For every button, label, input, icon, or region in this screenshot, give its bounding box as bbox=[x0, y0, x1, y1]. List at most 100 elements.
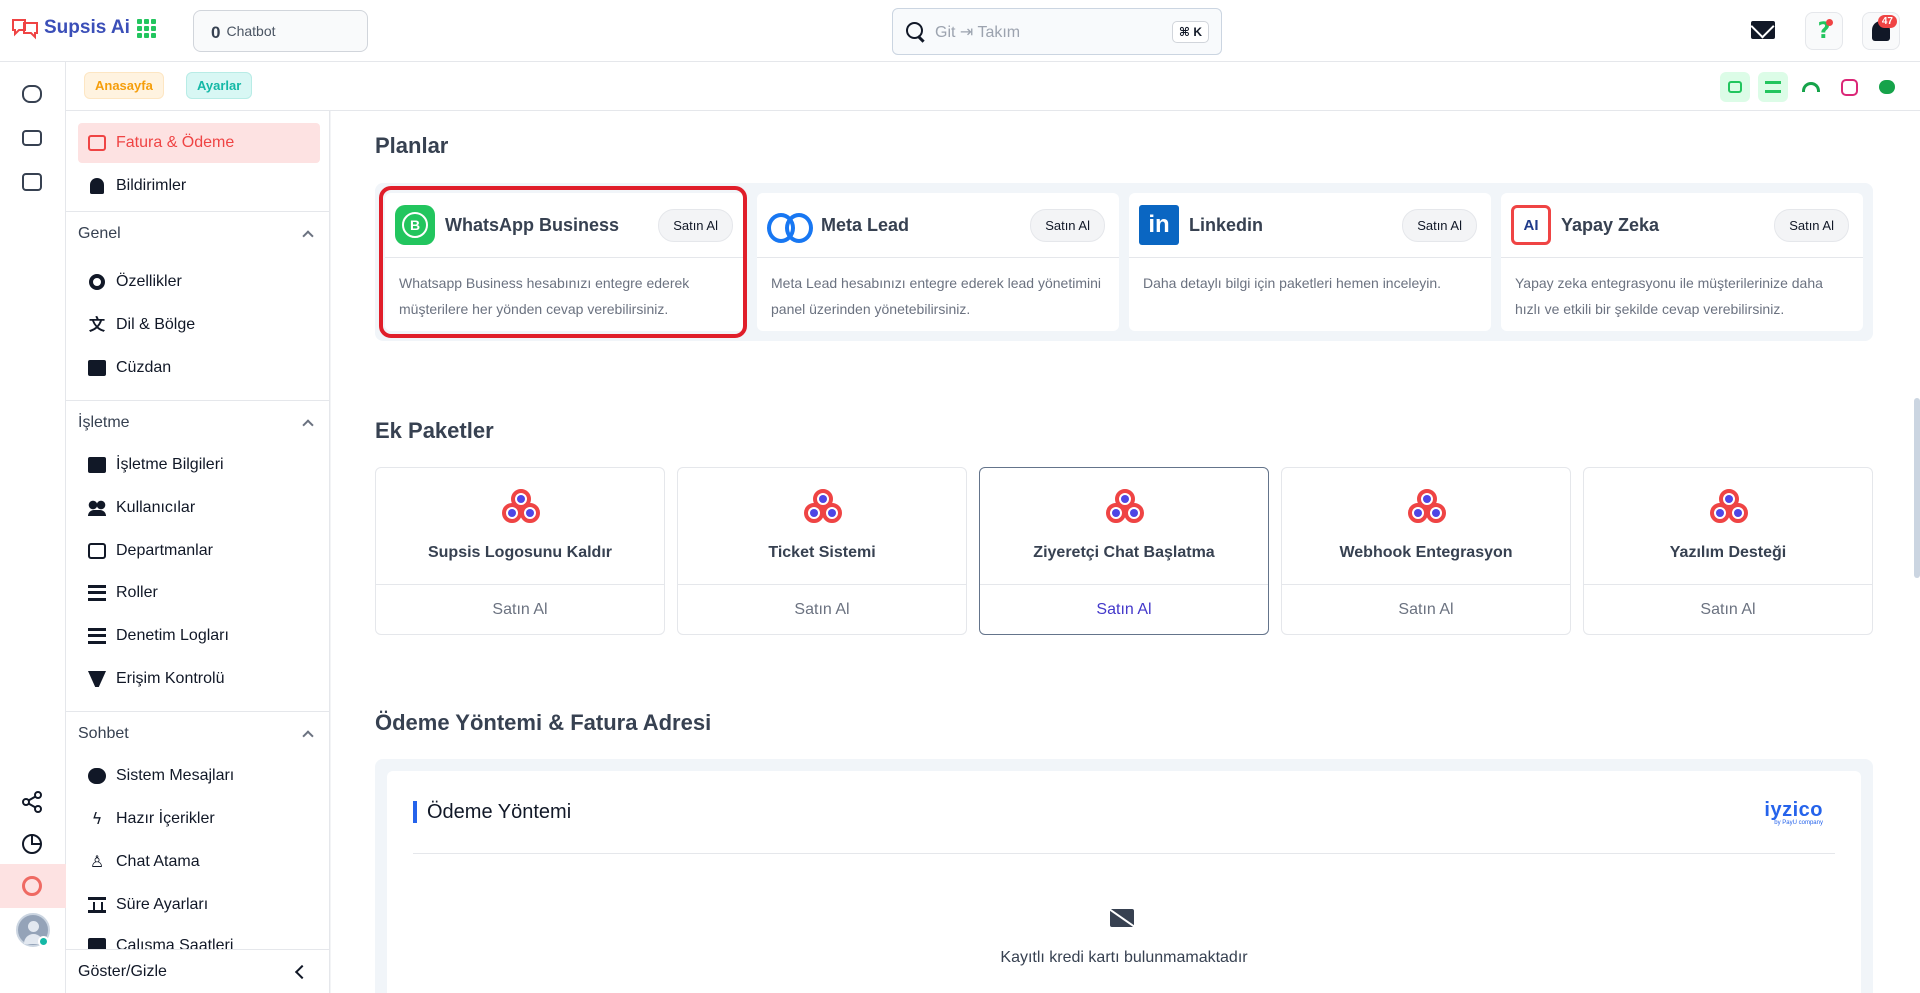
reports-icon[interactable] bbox=[20, 832, 44, 856]
mail-icon[interactable] bbox=[1751, 21, 1775, 39]
buy-package-button[interactable]: Satın Al bbox=[980, 584, 1268, 635]
sidebar-item-language[interactable]: 文 Dil & Bölge bbox=[78, 305, 320, 345]
buy-package-button[interactable]: Satın Al bbox=[678, 584, 966, 635]
sidebar-item-label: Fatura & Ödeme bbox=[116, 134, 235, 151]
package-card: Ziyeretçi Chat Başlatma Satın Al bbox=[979, 467, 1269, 635]
buy-package-button[interactable]: Satın Al bbox=[376, 584, 664, 635]
sidebar-item-users[interactable]: Kullanıcılar bbox=[78, 488, 320, 528]
breadcrumb-settings[interactable]: Ayarlar bbox=[186, 72, 253, 99]
top-bar: Supsis Ai 0 Chatbot Git ⇥ Takım ⌘ K ? 47 bbox=[0, 0, 1920, 62]
buy-linkedin-button[interactable]: Satın Al bbox=[1402, 208, 1477, 242]
webhook-icon bbox=[804, 489, 842, 523]
plan-description: Meta Lead hesabınızı entegre ederek lead… bbox=[771, 275, 1101, 317]
package-card: Webhook Entegrasyon Satın Al bbox=[1281, 467, 1571, 635]
package-title: Ticket Sistemi bbox=[768, 544, 876, 561]
package-title: Webhook Entegrasyon bbox=[1339, 544, 1513, 561]
sidebar-item-notifications[interactable]: Bildirimler bbox=[78, 166, 320, 206]
sidebar-item-billing[interactable]: Fatura & Ödeme bbox=[78, 123, 320, 163]
gear-icon bbox=[89, 274, 105, 290]
bot-status-icon[interactable] bbox=[1720, 72, 1750, 102]
payment-card: Ödeme Yöntemi iyzico by PayU company Kay… bbox=[387, 771, 1861, 993]
chatbot-label: Chatbot bbox=[226, 23, 276, 39]
apps-grid-icon[interactable] bbox=[137, 19, 156, 38]
section-general[interactable]: Genel bbox=[66, 211, 329, 255]
buy-meta-lead-button[interactable]: Satın Al bbox=[1030, 208, 1105, 242]
sidebar-item-wallet[interactable]: Cüzdan bbox=[78, 348, 320, 388]
buy-package-button[interactable]: Satın Al bbox=[1584, 584, 1872, 635]
payment-method-title: Ödeme Yöntemi bbox=[413, 801, 571, 823]
sidebar-toggle-label: Göster/Gizle bbox=[78, 962, 167, 980]
search-placeholder: Git ⇥ Takım bbox=[935, 23, 1021, 41]
share-icon[interactable] bbox=[20, 790, 44, 814]
sidebar-item-audit-logs[interactable]: Denetim Logları bbox=[78, 616, 320, 656]
search-input[interactable]: Git ⇥ Takım ⌘ K bbox=[892, 8, 1222, 55]
sidebar-item-label: Dil & Bölge bbox=[116, 316, 196, 333]
icon-rail: › bbox=[0, 62, 66, 993]
section-title: Genel bbox=[78, 224, 121, 242]
users-icon bbox=[88, 500, 106, 516]
list-status-icon[interactable] bbox=[1758, 72, 1788, 102]
breadcrumb-home[interactable]: Anasayfa bbox=[84, 72, 164, 99]
sidebar-item-features[interactable]: Özellikler bbox=[78, 262, 320, 302]
section-business[interactable]: İşletme bbox=[66, 400, 329, 444]
plans-title: Planlar bbox=[375, 133, 449, 158]
inbox-icon[interactable] bbox=[20, 170, 44, 194]
package-title: Yazılım Desteği bbox=[1669, 544, 1787, 561]
sidebar-item-business-info[interactable]: İşletme Bilgileri bbox=[78, 445, 320, 485]
settings-sidebar: Fatura & Ödeme Bildirimler Genel Özellik… bbox=[66, 111, 330, 993]
sidebar-toggle[interactable]: Göster/Gizle bbox=[66, 949, 330, 993]
iyzico-logo: iyzico by PayU company bbox=[1764, 799, 1823, 826]
buy-ai-button[interactable]: Satın Al bbox=[1774, 208, 1849, 242]
chatbot-count: 0 bbox=[211, 23, 221, 42]
bell-icon bbox=[90, 178, 104, 194]
webhook-icon bbox=[1408, 489, 1446, 523]
sidebar-item-departments[interactable]: Departmanlar bbox=[78, 531, 320, 571]
access-icon bbox=[88, 671, 106, 687]
plan-title: Meta Lead bbox=[821, 214, 910, 235]
hourglass-icon bbox=[88, 897, 106, 913]
search-shortcut: ⌘ K bbox=[1171, 20, 1209, 43]
online-status-dot bbox=[38, 936, 49, 947]
help-button[interactable]: ? bbox=[1805, 12, 1843, 50]
sidebar-item-system-messages[interactable]: Sistem Mesajları bbox=[78, 756, 320, 796]
scrollbar[interactable] bbox=[1914, 398, 1920, 578]
plan-description: Daha detaylı bilgi için paketleri hemen … bbox=[1143, 275, 1442, 291]
buy-package-button[interactable]: Satın Al bbox=[1282, 584, 1570, 635]
building-icon bbox=[88, 457, 106, 473]
chatbot-selector[interactable]: 0 Chatbot bbox=[193, 10, 368, 52]
ai-chip-icon: AI bbox=[1511, 205, 1551, 245]
divider bbox=[413, 853, 1835, 854]
highlight-outline bbox=[379, 186, 747, 338]
chevron-up-icon bbox=[302, 418, 314, 431]
instagram-icon[interactable] bbox=[1834, 72, 1864, 102]
assign-icon: ♙ bbox=[89, 852, 105, 871]
provider-name: iyzico bbox=[1764, 799, 1823, 821]
notifications-button[interactable]: 47 bbox=[1862, 12, 1900, 50]
empty-cards-text: Kayıtlı kredi kartı bulunmamaktadır bbox=[1000, 949, 1248, 966]
webhook-icon bbox=[502, 489, 540, 523]
chevron-up-icon bbox=[302, 229, 314, 242]
wifi-icon[interactable] bbox=[1796, 72, 1826, 102]
payment-container: Ödeme Yöntemi iyzico by PayU company Kay… bbox=[375, 759, 1873, 993]
invoice-icon bbox=[88, 135, 106, 151]
logs-icon bbox=[88, 628, 106, 644]
sidebar-item-label: Özellikler bbox=[116, 273, 182, 290]
app-name: Supsis Ai bbox=[44, 17, 130, 38]
settings-gear-icon[interactable] bbox=[20, 874, 44, 898]
section-chat[interactable]: Sohbet bbox=[66, 711, 329, 755]
sidebar-item-chat-assignment[interactable]: ♙ Chat Atama bbox=[78, 842, 320, 882]
search-icon bbox=[905, 21, 927, 43]
main-content: Planlar B WhatsApp Business Satın Al Wha… bbox=[331, 111, 1920, 993]
contacts-icon[interactable] bbox=[20, 126, 44, 150]
cloud-icon[interactable] bbox=[1872, 72, 1902, 102]
package-card: Ticket Sistemi Satın Al bbox=[677, 467, 967, 635]
sidebar-item-canned-content[interactable]: ϟ Hazır İçerikler bbox=[78, 799, 320, 839]
app-logo[interactable]: Supsis Ai bbox=[10, 16, 130, 40]
chevron-up-icon bbox=[302, 729, 314, 742]
sidebar-item-access-control[interactable]: Erişim Kontrolü bbox=[78, 659, 320, 699]
sidebar-item-time-settings[interactable]: Süre Ayarları bbox=[78, 885, 320, 925]
sidebar-item-roles[interactable]: Roller bbox=[78, 573, 320, 613]
chat-icon[interactable] bbox=[20, 82, 44, 106]
section-title: İşletme bbox=[78, 413, 130, 431]
card-off-icon bbox=[1110, 909, 1134, 927]
